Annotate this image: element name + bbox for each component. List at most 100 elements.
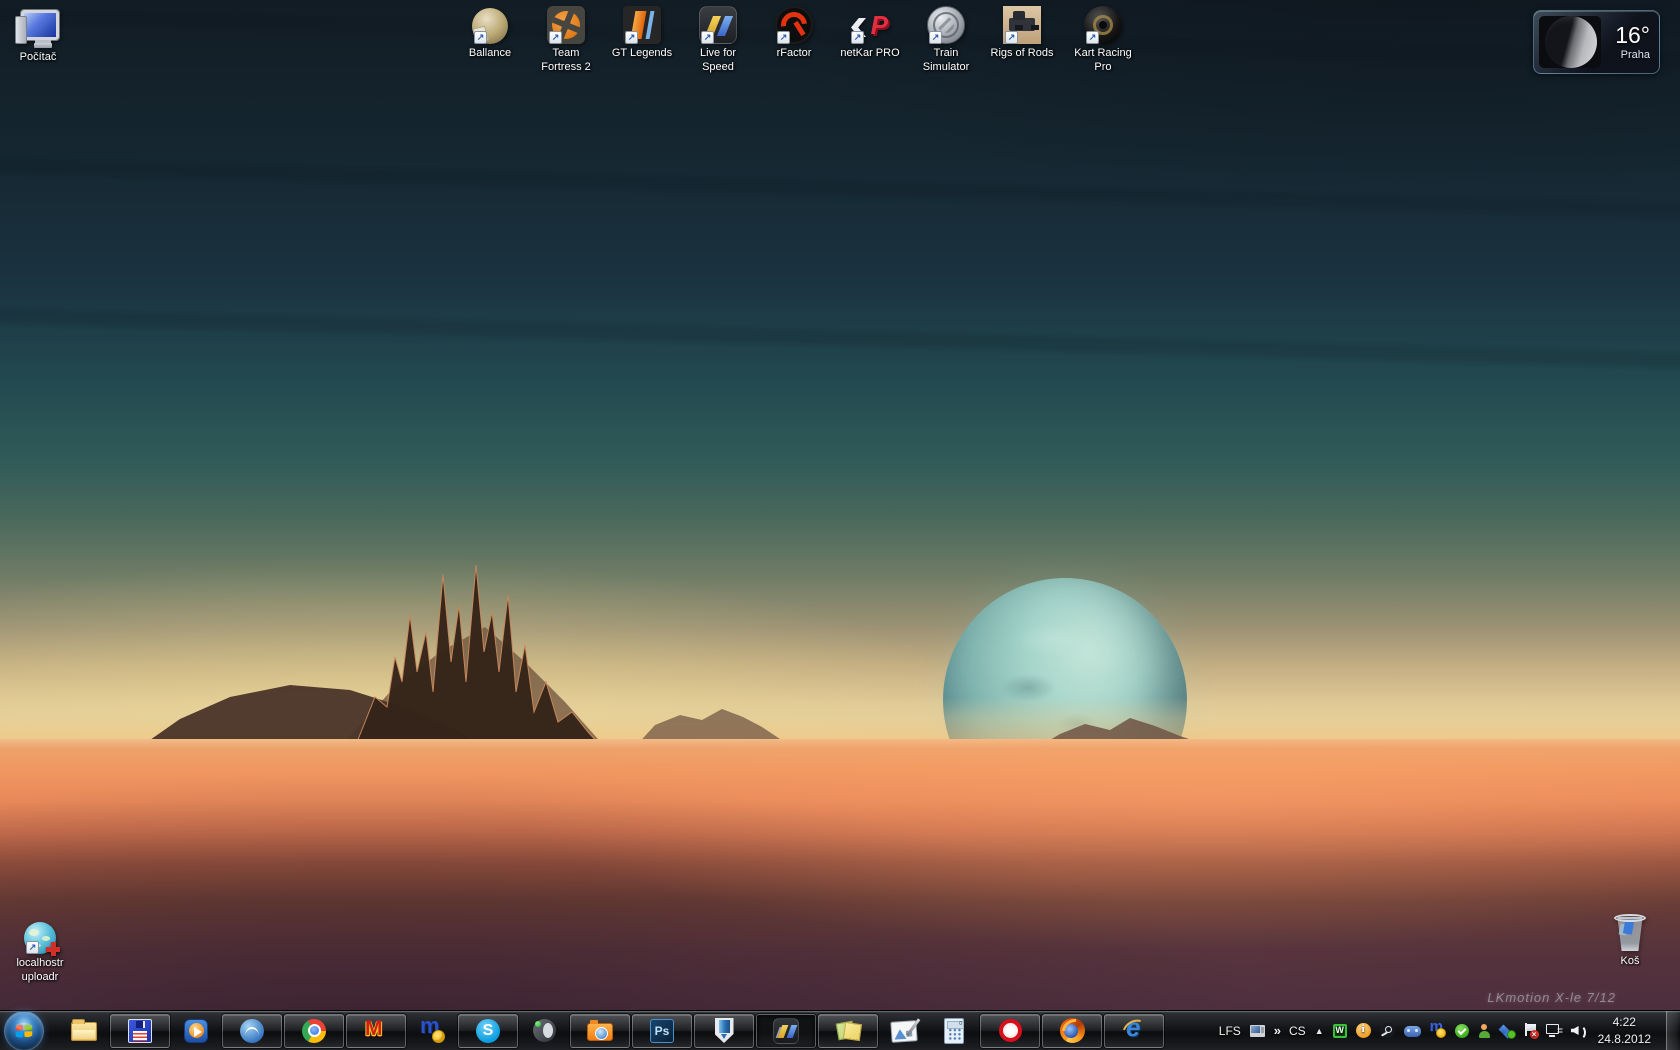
taskbar-button-openoffice[interactable] xyxy=(222,1013,282,1048)
action-center-flag-icon[interactable] xyxy=(1524,1023,1539,1039)
taskbar-button-explorer[interactable] xyxy=(60,1014,108,1048)
taskbar-button-m-app[interactable] xyxy=(346,1013,406,1048)
system-tray: LFS » CS ▲ 4:22 24.8.2012 xyxy=(1219,1010,1680,1050)
start-button[interactable] xyxy=(4,1010,44,1050)
explorer-folder-icon xyxy=(71,1019,97,1041)
dropbox-tray-icon[interactable] xyxy=(1500,1024,1516,1039)
messenger-contact-tray-icon[interactable] xyxy=(1478,1023,1491,1038)
temperature: 16° xyxy=(1615,21,1650,48)
recycle-bin-icon xyxy=(1614,914,1646,952)
network-tray-icon[interactable] xyxy=(1545,1024,1562,1037)
shortcut-arrow-icon xyxy=(929,31,942,44)
wallpaper-signature: LKmotion X-le 7/12 xyxy=(1487,990,1616,1005)
taskbar-button-teamspeak[interactable] xyxy=(520,1014,568,1048)
desktop-icon-label: localhostr uploadr xyxy=(16,957,64,983)
desktop-icon-label: Rigs of Rods xyxy=(990,47,1054,59)
taskbar-button-photoshop[interactable] xyxy=(632,1013,692,1048)
language-indicator[interactable]: CS xyxy=(1289,1024,1306,1038)
toolbar-window-icon[interactable] xyxy=(1249,1024,1265,1037)
desktop-icon-gt-legends[interactable]: GT Legends xyxy=(604,4,680,61)
opera-icon xyxy=(998,1019,1022,1042)
weather-gadget[interactable]: 16° Praha xyxy=(1533,10,1660,74)
shortcut-arrow-icon xyxy=(701,31,714,44)
desktop-icon-kart-racing-pro[interactable]: Kart Racing Pro xyxy=(1065,4,1141,75)
shortcut-arrow-icon xyxy=(1086,31,1099,44)
shortcut-arrow-icon xyxy=(625,31,638,44)
skype-icon xyxy=(476,1018,500,1043)
desktop-icon-label: Train Simulator xyxy=(922,47,970,73)
chrome-icon xyxy=(302,1018,326,1043)
desktop-icon-label: Live for Speed xyxy=(699,47,737,73)
desktop-icon-label: Ballance xyxy=(468,47,512,59)
firefox-icon xyxy=(1059,1018,1085,1043)
desktop-icon-label: Počítač xyxy=(19,51,57,63)
mirc-tray-icon[interactable] xyxy=(1430,1018,1446,1038)
taskbar-button-image-editor[interactable] xyxy=(880,1014,928,1048)
desktop-icon-rigs-of-rods[interactable]: Rigs of Rods xyxy=(984,4,1060,61)
tray-info-icon[interactable] xyxy=(1355,1023,1371,1038)
shortcut-arrow-icon xyxy=(474,31,487,44)
desktop-icon-label: Kart Racing Pro xyxy=(1074,47,1132,73)
red-m-icon xyxy=(363,1017,389,1043)
taskbar-button-mirc[interactable] xyxy=(408,1013,456,1048)
openoffice-icon xyxy=(240,1018,264,1043)
desktop-icon-ballance[interactable]: Ballance xyxy=(452,4,528,61)
taskbar-button-badge-app[interactable] xyxy=(694,1013,754,1048)
steam-tray-icon[interactable] xyxy=(1379,1023,1395,1038)
desktop-icon-rfactor[interactable]: rFactor xyxy=(756,4,832,61)
shortcut-arrow-icon xyxy=(1005,31,1018,44)
taskbar-button-internet-explorer[interactable] xyxy=(1104,1012,1164,1048)
taskbar-button-live-for-speed[interactable] xyxy=(756,1013,816,1048)
taskbar-button-skype[interactable] xyxy=(458,1013,518,1048)
taskbar-button-screen-capture[interactable] xyxy=(570,1013,630,1048)
taskbar-button-chrome[interactable] xyxy=(284,1013,344,1048)
computer-icon xyxy=(15,9,61,48)
desktop-icon-label: netKar PRO xyxy=(840,47,900,59)
taskbar-button-sticky-notes[interactable] xyxy=(818,1013,878,1048)
tray-w-app-icon[interactable] xyxy=(1332,1023,1347,1038)
shortcut-arrow-icon xyxy=(26,941,39,954)
teamspeak-icon xyxy=(532,1019,556,1042)
taskbar-button-calculator[interactable] xyxy=(930,1014,978,1048)
gamepad-tray-icon[interactable] xyxy=(1403,1025,1421,1037)
taskbar-button-firefox[interactable] xyxy=(1042,1013,1102,1048)
skype-online-tray-icon[interactable] xyxy=(1454,1023,1469,1038)
clock-date: 24.8.2012 xyxy=(1597,1031,1651,1046)
toolbar-overflow-chevron[interactable]: » xyxy=(1274,1023,1281,1038)
wallpaper-mountains xyxy=(140,564,792,747)
desktop-icon-train-simulator[interactable]: Train Simulator xyxy=(908,4,984,75)
show-hidden-icons-button[interactable]: ▲ xyxy=(1315,1026,1324,1036)
calculator-icon xyxy=(944,1017,964,1044)
gadget-city: Praha xyxy=(1620,48,1650,61)
internet-explorer-icon xyxy=(1121,1012,1147,1044)
image-editor-icon xyxy=(890,1020,918,1043)
taskbar-button-media-player[interactable] xyxy=(172,1014,220,1048)
desktop-icon-localhostr-uploadr[interactable]: localhostr uploadr xyxy=(2,920,78,985)
taskbar-clock[interactable]: 4:22 24.8.2012 xyxy=(1598,1014,1651,1048)
media-player-icon xyxy=(184,1018,208,1043)
desktop: LKmotion X-le 7/12 Počítač Ballance Team… xyxy=(0,0,1680,1050)
desktop-icon-label: Koš xyxy=(1620,955,1640,967)
desktop-icon-label: GT Legends xyxy=(611,47,673,59)
taskbar: LFS » CS ▲ 4:22 24.8.2012 xyxy=(0,1010,1680,1050)
wallpaper-desert xyxy=(0,739,1680,1050)
taskbar-button-opera[interactable] xyxy=(980,1013,1040,1048)
floppy-disk-icon xyxy=(128,1018,152,1043)
moon-phase-icon xyxy=(1539,16,1601,68)
volume-tray-icon[interactable] xyxy=(1571,1024,1586,1040)
desktop-icon-netkar-pro[interactable]: netKar PRO xyxy=(832,4,908,61)
photoshop-icon xyxy=(650,1018,674,1043)
sticky-notes-icon xyxy=(836,1019,861,1043)
show-desktop-button[interactable] xyxy=(1666,1010,1678,1050)
desktop-icon-recycle-bin[interactable]: Koš xyxy=(1592,912,1668,969)
shortcut-arrow-icon xyxy=(549,31,562,44)
shortcut-arrow-icon xyxy=(777,31,790,44)
desktop-icon-live-for-speed[interactable]: Live for Speed xyxy=(680,4,756,75)
taskbar-button-file-manager[interactable] xyxy=(110,1013,170,1048)
mirc-icon xyxy=(419,1013,445,1043)
desktop-icon-label: rFactor xyxy=(776,47,812,59)
clock-time: 4:22 xyxy=(1612,1014,1636,1029)
desktop-icon-team-fortress-2[interactable]: Team Fortress 2 xyxy=(528,4,604,75)
desktop-icon-computer[interactable]: Počítač xyxy=(0,8,76,65)
lfs-toolbar-label[interactable]: LFS xyxy=(1219,1024,1241,1038)
